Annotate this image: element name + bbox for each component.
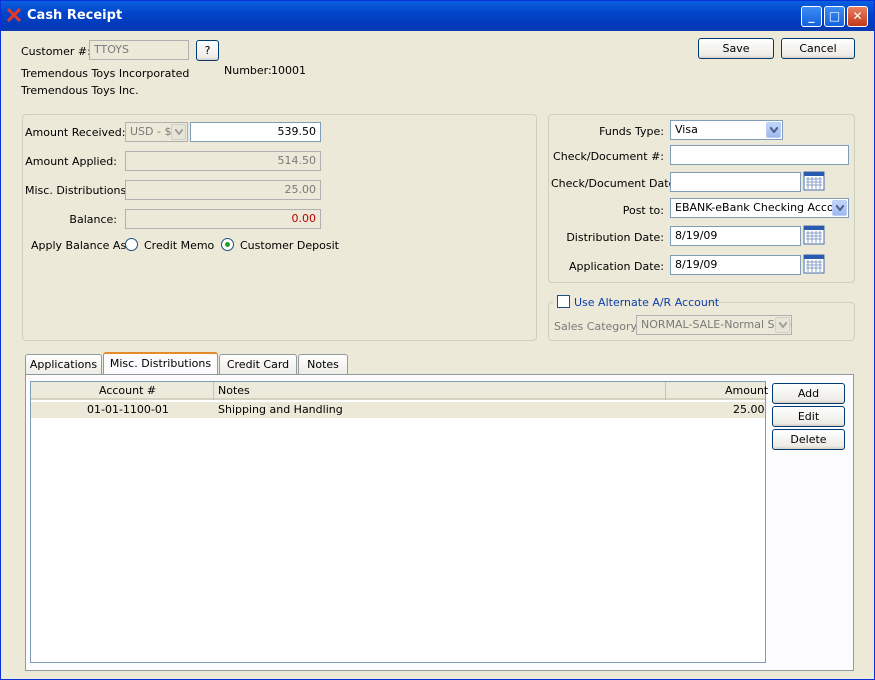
- tab-applications[interactable]: Applications: [25, 354, 102, 375]
- credit-memo-label[interactable]: Credit Memo: [144, 239, 214, 252]
- calendar-icon[interactable]: [803, 171, 825, 191]
- chevron-down-icon: [766, 122, 781, 138]
- distribution-date-label: Distribution Date:: [566, 231, 664, 244]
- table-row[interactable]: 01-01-1100-01 Shipping and Handling 25.0…: [31, 402, 765, 418]
- calendar-icon[interactable]: [803, 225, 825, 245]
- maximize-button[interactable]: □: [824, 6, 845, 27]
- currency-select[interactable]: USD - $: [125, 122, 188, 142]
- amount-applied-label: Amount Applied:: [25, 155, 117, 168]
- funds-type-select[interactable]: Visa: [670, 120, 783, 140]
- minimize-button[interactable]: _: [801, 6, 822, 27]
- check-date-label: Check/Document Date:: [551, 177, 680, 190]
- number-value: 10001: [271, 64, 306, 77]
- sales-category-value: NORMAL-SALE-Normal Sale: [641, 318, 792, 331]
- column-notes[interactable]: Notes: [218, 384, 250, 397]
- customer-number-field[interactable]: TTOYS: [89, 40, 189, 60]
- tab-credit-card[interactable]: Credit Card: [219, 354, 297, 375]
- balance-label: Balance:: [69, 213, 117, 226]
- chevron-down-icon: [832, 200, 847, 216]
- use-alternate-ar-label[interactable]: Use Alternate A/R Account: [574, 296, 719, 309]
- sales-category-select: NORMAL-SALE-Normal Sale: [636, 315, 792, 335]
- funds-type-label: Funds Type:: [599, 125, 664, 138]
- delete-button[interactable]: Delete: [772, 429, 845, 450]
- column-separator: [665, 382, 666, 400]
- chevron-down-icon: [775, 317, 790, 333]
- save-button[interactable]: Save: [698, 38, 774, 59]
- calendar-icon[interactable]: [803, 254, 825, 274]
- customer-lookup-button[interactable]: ?: [196, 40, 219, 61]
- cell-notes: Shipping and Handling: [218, 403, 343, 416]
- app-x-icon: [7, 8, 21, 22]
- edit-button[interactable]: Edit: [772, 406, 845, 427]
- distributions-table[interactable]: Account # Notes Amount 01-01-1100-01 Shi…: [30, 381, 768, 663]
- application-date-input[interactable]: 8/19/09: [670, 255, 801, 275]
- close-button[interactable]: ✕: [847, 6, 868, 27]
- sales-category-label: Sales Category:: [554, 320, 640, 333]
- use-alternate-ar-checkbox[interactable]: [557, 295, 570, 308]
- amount-received-input[interactable]: 539.50: [190, 122, 321, 142]
- misc-distributions-field: 25.00: [125, 180, 321, 200]
- table-header: Account # Notes Amount: [31, 382, 768, 400]
- check-date-input[interactable]: [670, 172, 801, 192]
- credit-memo-radio[interactable]: [125, 238, 138, 251]
- tab-notes[interactable]: Notes: [298, 354, 348, 375]
- column-amount[interactable]: Amount: [725, 384, 768, 397]
- column-account[interactable]: Account #: [99, 384, 156, 397]
- cancel-button[interactable]: Cancel: [781, 38, 855, 59]
- add-button[interactable]: Add: [772, 383, 845, 404]
- amount-received-label: Amount Received:: [25, 126, 126, 139]
- distribution-date-input[interactable]: 8/19/09: [670, 226, 801, 246]
- apply-balance-label: Apply Balance As:: [31, 239, 130, 252]
- post-to-select[interactable]: EBANK-eBank Checking Account: [670, 198, 849, 218]
- customer-label: Customer #:: [21, 45, 91, 58]
- application-date-label: Application Date:: [569, 260, 664, 273]
- tab-misc-distributions[interactable]: Misc. Distributions: [103, 352, 218, 375]
- customer-deposit-label[interactable]: Customer Deposit: [240, 239, 339, 252]
- currency-value: USD - $: [130, 125, 172, 138]
- balance-field: 0.00: [125, 209, 321, 229]
- post-to-value: EBANK-eBank Checking Account: [675, 201, 849, 214]
- cell-amount: 25.00: [733, 403, 765, 416]
- check-document-input[interactable]: [670, 145, 849, 165]
- customer-name-alt: Tremendous Toys Inc.: [21, 84, 139, 97]
- funds-type-value: Visa: [675, 123, 698, 136]
- cell-account: 01-01-1100-01: [87, 403, 169, 416]
- number-label: Number:: [224, 64, 272, 77]
- customer-deposit-radio[interactable]: [221, 238, 234, 251]
- window-title: Cash Receipt: [27, 8, 123, 23]
- customer-name: Tremendous Toys Incorporated: [21, 67, 190, 80]
- title-bar[interactable]: Cash Receipt _ □ ✕: [1, 1, 874, 31]
- cash-receipt-window: Cash Receipt _ □ ✕ Customer #: TTOYS ? T…: [0, 0, 875, 680]
- misc-distributions-label: Misc. Distributions:: [25, 184, 130, 197]
- column-separator: [213, 382, 214, 400]
- chevron-down-icon: [171, 124, 186, 140]
- post-to-label: Post to:: [622, 204, 664, 217]
- check-document-label: Check/Document #:: [553, 150, 664, 163]
- amount-applied-field: 514.50: [125, 151, 321, 171]
- misc-distributions-pane: Account # Notes Amount 01-01-1100-01 Shi…: [25, 374, 854, 671]
